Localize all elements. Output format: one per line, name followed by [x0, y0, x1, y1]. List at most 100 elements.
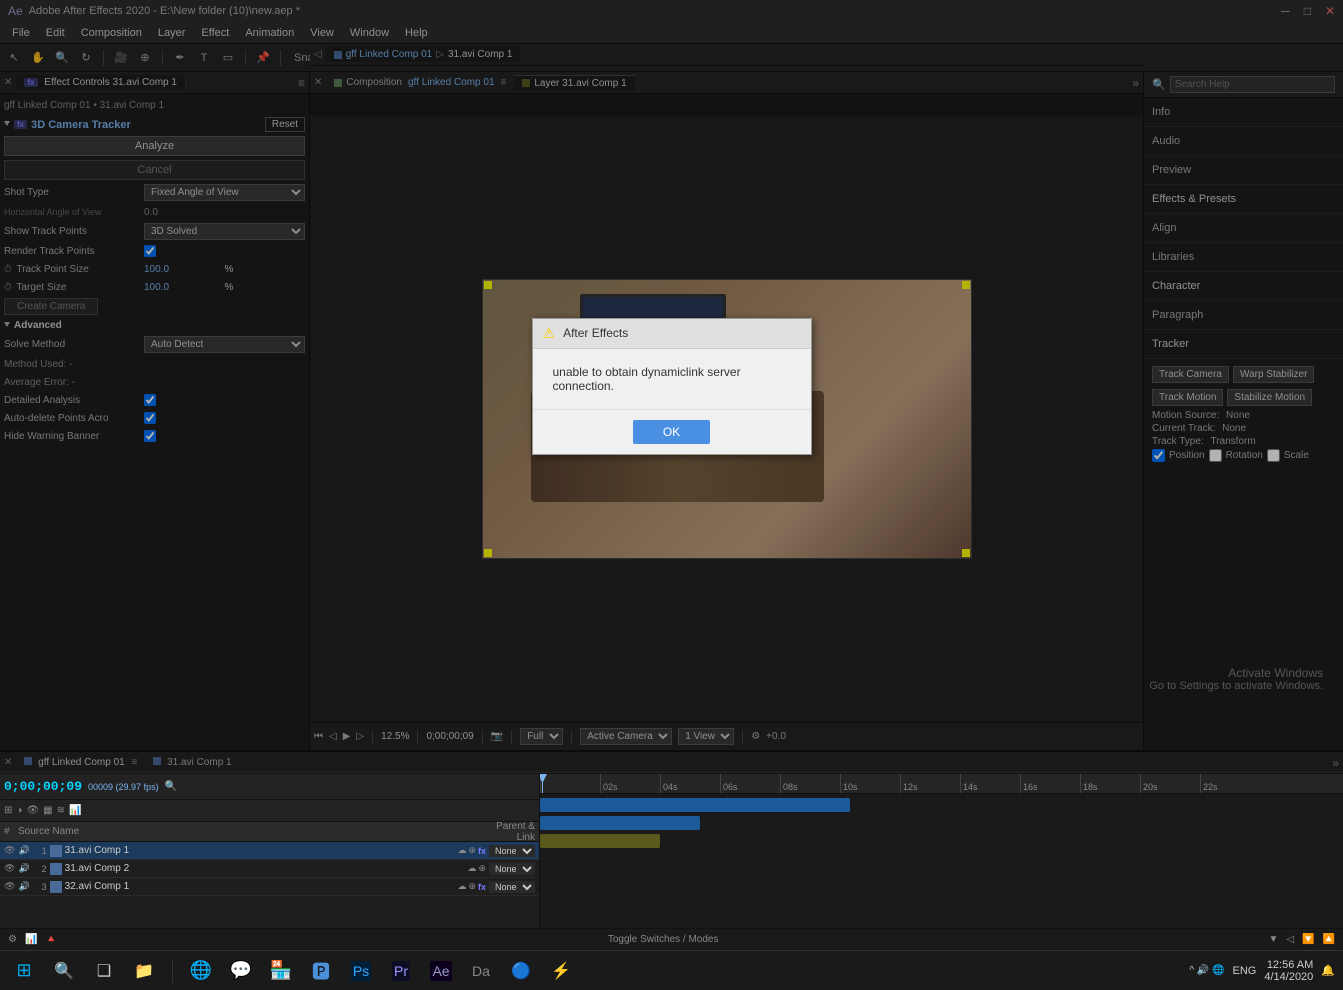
portableapps-icon: 🅿: [312, 958, 330, 984]
shy-icon-3[interactable]: ☁: [457, 881, 466, 892]
audio-icon-1[interactable]: 🔊: [18, 845, 29, 856]
eye-icon-2[interactable]: 👁: [4, 863, 15, 874]
search-icon: 🔍: [54, 961, 74, 981]
bottom-area: ✕ gff Linked Comp 01 ≡ 31.avi Comp 1 » 0…: [0, 750, 1343, 950]
dialog-footer: OK: [533, 409, 811, 454]
collapse-icon-2[interactable]: ⊕: [478, 863, 486, 874]
dialog-body: unable to obtain dynamiclink server conn…: [533, 349, 811, 409]
layer-name-2: 31.avi Comp 2: [65, 863, 465, 874]
store-app[interactable]: 🏪: [265, 955, 297, 987]
ruler-12s: 12s: [900, 774, 918, 793]
ruler-04s: 04s: [660, 774, 678, 793]
timeline-ruler: 02s 04s 06s 08s 10s 12s 14s 16s 18s 20s …: [540, 774, 1343, 794]
file-explorer-icon: 📁: [134, 961, 154, 981]
taskbar-clock[interactable]: 12:56 AM 4/14/2020: [1264, 959, 1313, 983]
track-bar-1[interactable]: [540, 798, 850, 812]
start-button[interactable]: ⊞: [8, 955, 40, 987]
layer-name-1: 31.avi Comp 1: [65, 845, 455, 856]
graph-editor-btn[interactable]: 📊: [69, 805, 81, 816]
notifications-btn[interactable]: 🔔: [1321, 964, 1335, 977]
ruler-18s: 18s: [1080, 774, 1098, 793]
layer-icon-1: [50, 845, 62, 857]
whatsapp-app[interactable]: 💬: [225, 955, 257, 987]
dialog-header: ⚠ After Effects: [533, 319, 811, 349]
premiere-app[interactable]: Pr: [385, 955, 417, 987]
status-btn-2[interactable]: 📊: [25, 934, 37, 945]
audio-icon-2[interactable]: 🔊: [18, 863, 29, 874]
layer-list: 👁 🔊 1 31.avi Comp 1 ☁ ⊕ fx None: [0, 842, 539, 928]
ruler-20s: 20s: [1140, 774, 1158, 793]
timecode-display-main[interactable]: 0;00;00;09: [4, 779, 82, 794]
fx-icon-3[interactable]: fx: [478, 882, 486, 892]
aftereffects-icon: Ae: [430, 961, 451, 981]
parent-dropdown-1[interactable]: None: [489, 845, 535, 857]
parent-dropdown-2[interactable]: None: [489, 863, 535, 875]
audio-icon-3[interactable]: 🔊: [18, 881, 29, 892]
clock-time: 12:56 AM: [1264, 959, 1313, 971]
zoom-out-btn[interactable]: 🔽: [1302, 934, 1314, 945]
timeline-search-btn[interactable]: 🔍: [165, 781, 177, 792]
dialog-message: unable to obtain dynamiclink server conn…: [553, 365, 741, 393]
collapse-icon-1[interactable]: ⊕: [468, 845, 476, 856]
shy-icon-1[interactable]: ☁: [457, 845, 466, 856]
edge-icon: 🌐: [190, 960, 212, 981]
zoom-in-btn[interactable]: 🔼: [1323, 934, 1335, 945]
ruler-06s: 06s: [720, 774, 738, 793]
davinci-app[interactable]: Da: [465, 955, 497, 987]
track-bar-2[interactable]: [540, 816, 700, 830]
premiere-icon: Pr: [392, 961, 410, 981]
fx-icon-1[interactable]: fx: [478, 846, 486, 856]
toggle-switches-label: Toggle Switches / Modes: [66, 934, 1261, 945]
system-icons: ^ 🔊 🌐: [1189, 965, 1224, 976]
enable-all-btn[interactable]: ⊞: [4, 805, 12, 816]
portableapps-app[interactable]: 🅿: [305, 955, 337, 987]
track-bar-3[interactable]: [540, 834, 660, 848]
shy-icon-2[interactable]: ☁: [467, 863, 476, 874]
layer-controls-2: ☁ ⊕: [467, 863, 486, 874]
unknown-icon: ⚡: [551, 961, 571, 981]
timeline-area: 0;00;00;09 00009 (29.97 fps) 🔍 ⊞ ◑ 👁 ▦ ≋…: [0, 774, 1343, 928]
status-btn-3[interactable]: 🔺: [45, 934, 57, 945]
timeline-tracks-area: 02s 04s 06s 08s 10s 12s 14s 16s 18s 20s …: [540, 774, 1343, 928]
edge-browser-app[interactable]: 🌐: [185, 955, 217, 987]
timeline-controls: 0;00;00;09 00009 (29.97 fps) 🔍: [0, 774, 539, 800]
dialog-title: After Effects: [563, 326, 628, 340]
work-area-btn[interactable]: ▼: [1268, 934, 1278, 945]
collapse-icon-3[interactable]: ⊕: [468, 881, 476, 892]
dialog-ok-button[interactable]: OK: [633, 420, 710, 444]
search-button[interactable]: 🔍: [48, 955, 80, 987]
hide-shy-btn[interactable]: 👁: [26, 805, 39, 816]
windows-taskbar: ⊞ 🔍 ❑ 📁 🌐 💬 🏪 🅿 Ps Pr Ae Da 🔵 ⚡ ^ 🔊 🌐 EN…: [0, 950, 1343, 990]
dialog-box: ⚠ After Effects unable to obtain dynamic…: [532, 318, 812, 455]
motion-blur-btn[interactable]: ≋: [57, 805, 65, 816]
browser2-app[interactable]: 🔵: [505, 955, 537, 987]
task-view-icon: ❑: [97, 961, 111, 981]
layer-row-3[interactable]: 👁 🔊 3 32.avi Comp 1 ☁ ⊕ fx None: [0, 878, 539, 896]
timeline-track-bars: [540, 794, 1343, 928]
photoshop-app[interactable]: Ps: [345, 955, 377, 987]
eye-icon-1[interactable]: 👁: [4, 845, 15, 856]
store-icon: 🏪: [270, 960, 292, 981]
parent-dropdown-3[interactable]: None: [489, 881, 535, 893]
aftereffects-app[interactable]: Ae: [425, 955, 457, 987]
layer-row-1[interactable]: 👁 🔊 1 31.avi Comp 1 ☁ ⊕ fx None: [0, 842, 539, 860]
timeline-left: 0;00;00;09 00009 (29.97 fps) 🔍 ⊞ ◑ 👁 ▦ ≋…: [0, 774, 540, 928]
status-bar: ⚙ 📊 🔺 Toggle Switches / Modes ▼ ◁ 🔽 🔼: [0, 928, 1343, 950]
layer-num-2: 2: [33, 864, 47, 874]
layer-row-2[interactable]: 👁 🔊 2 31.avi Comp 2 ☁ ⊕ None: [0, 860, 539, 878]
layer-num-1: 1: [33, 846, 47, 856]
file-explorer-button[interactable]: 📁: [128, 955, 160, 987]
task-view-button[interactable]: ❑: [88, 955, 120, 987]
unknown-app[interactable]: ⚡: [545, 955, 577, 987]
clock-date: 4/14/2020: [1264, 971, 1313, 983]
ruler-10s: 10s: [840, 774, 858, 793]
eye-icon-3[interactable]: 👁: [4, 881, 15, 892]
ruler-22s: 22s: [1200, 774, 1218, 793]
layer-controls-1: ☁ ⊕ fx: [457, 845, 486, 856]
frame-blending-btn[interactable]: ▦: [43, 805, 52, 816]
playhead[interactable]: [542, 774, 543, 793]
draft-mode-btn[interactable]: ◑: [16, 805, 22, 816]
whatsapp-icon: 💬: [230, 960, 252, 981]
status-btn-1[interactable]: ⚙: [8, 934, 17, 945]
go-to-work-start-btn[interactable]: ◁: [1286, 934, 1294, 945]
